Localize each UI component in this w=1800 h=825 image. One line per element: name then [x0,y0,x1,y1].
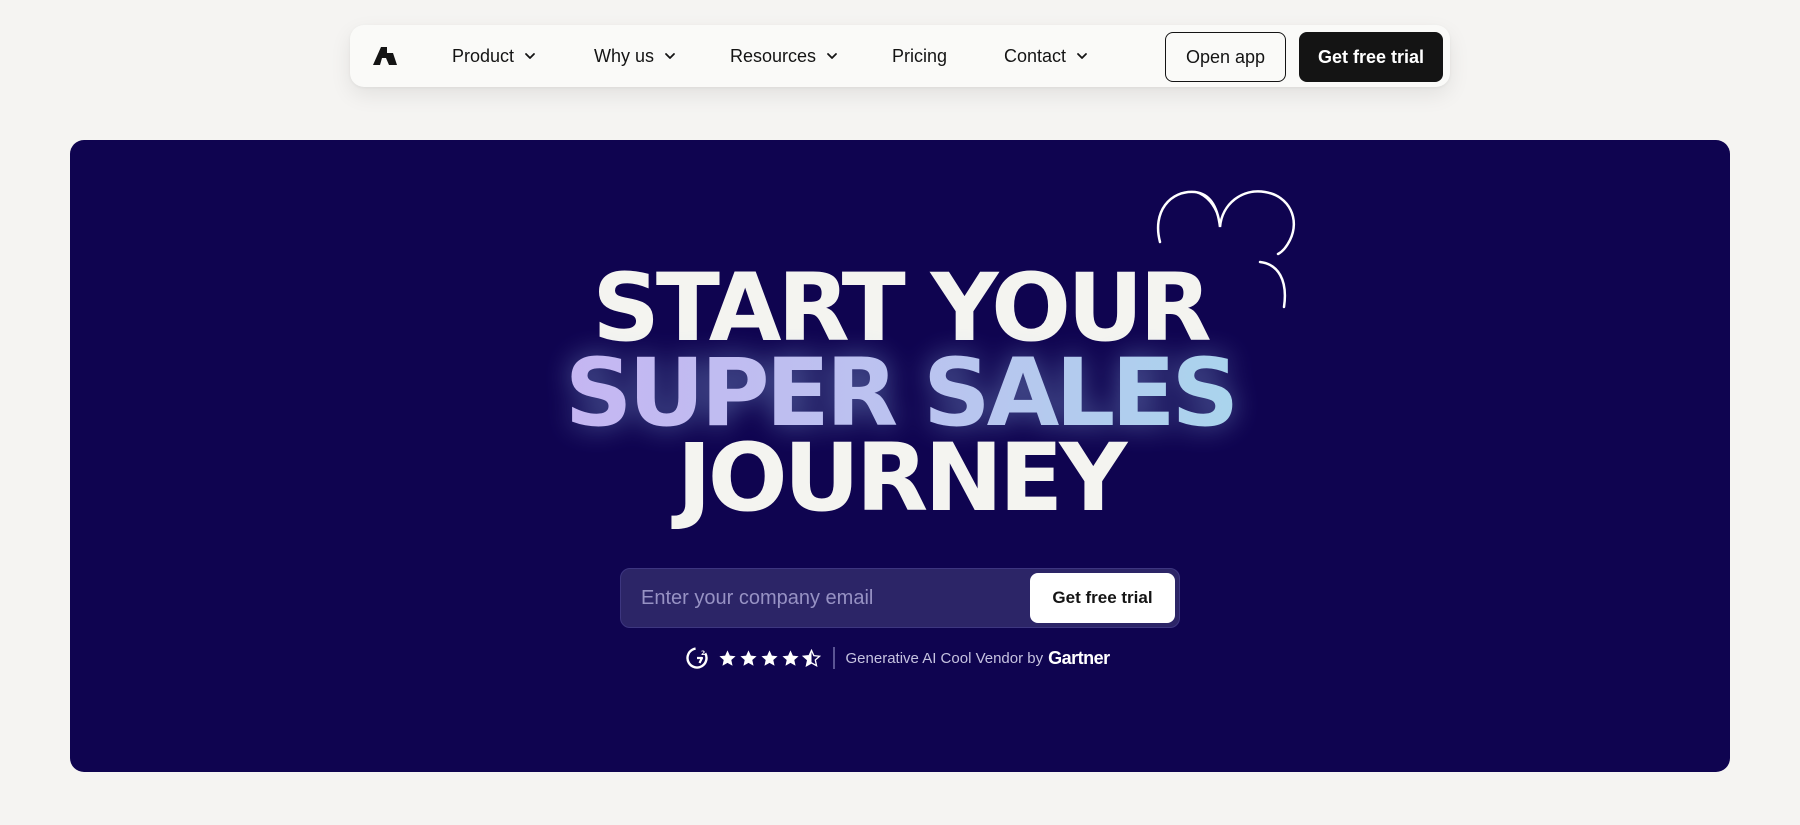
nav-item-product[interactable]: Product [452,25,537,87]
chevron-down-icon [665,53,675,59]
nav-item-label: Contact [1004,45,1067,66]
vendor-award-text: Generative AI Cool Vendor by [845,649,1044,667]
email-signup-form: Get free trial [620,568,1180,628]
nav-item-resources[interactable]: Resources [730,25,839,87]
star-icon [719,649,736,666]
rating-badge-row: 2 Generative AI Cool Vendor by Gartner [686,645,1110,671]
chevron-down-icon [525,53,535,59]
chevron-down-icon [827,53,837,59]
company-email-input[interactable] [625,573,1025,623]
star-icon [761,649,778,666]
star-rating [718,648,821,668]
star-icon [740,649,757,666]
svg-text:2: 2 [701,650,705,657]
brand-logo-icon[interactable] [371,43,399,67]
get-free-trial-hero-button[interactable]: Get free trial [1030,573,1175,623]
nav-item-label: Pricing [892,45,948,66]
top-navigation: Product Why us Resources Pricing Contact… [350,25,1450,87]
g2-logo-icon: 2 [686,647,708,669]
gartner-logo: Gartner [1048,647,1110,668]
nav-item-label: Resources [730,45,817,66]
headline-line-3: JOURNEY [676,424,1128,533]
rating-divider [833,647,835,669]
nav-item-why-us[interactable]: Why us [594,25,677,87]
star-half-icon [802,648,821,667]
chevron-down-icon [1077,53,1087,59]
get-free-trial-nav-button[interactable]: Get free trial [1299,32,1443,82]
nav-item-pricing[interactable]: Pricing [892,25,947,87]
nav-item-label: Product [452,45,515,66]
nav-item-label: Why us [594,45,655,66]
star-icon [782,649,799,666]
open-app-button[interactable]: Open app [1165,32,1286,82]
nav-item-contact[interactable]: Contact [1004,25,1089,87]
hero-section: START YOUR SUPER SALES JOURNEY Get free … [70,140,1730,772]
